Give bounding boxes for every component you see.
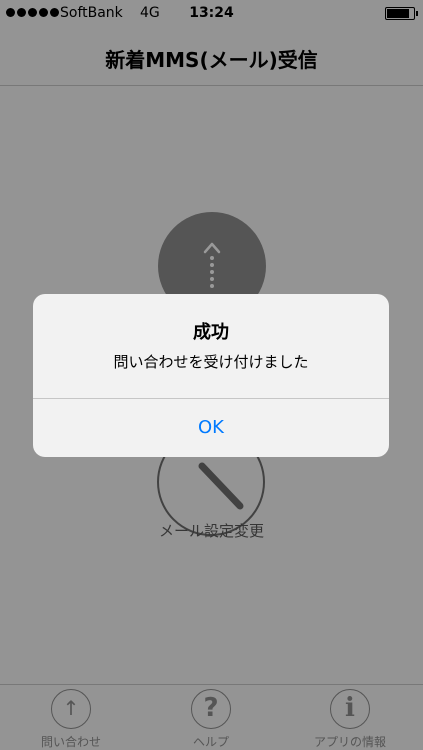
success-alert: 成功 問い合わせを受け付けました OK [33, 294, 389, 457]
alert-ok-button[interactable]: OK [33, 399, 389, 457]
alert-title: 成功 [193, 322, 229, 343]
alert-message: 問い合わせを受け付けました [113, 353, 309, 371]
